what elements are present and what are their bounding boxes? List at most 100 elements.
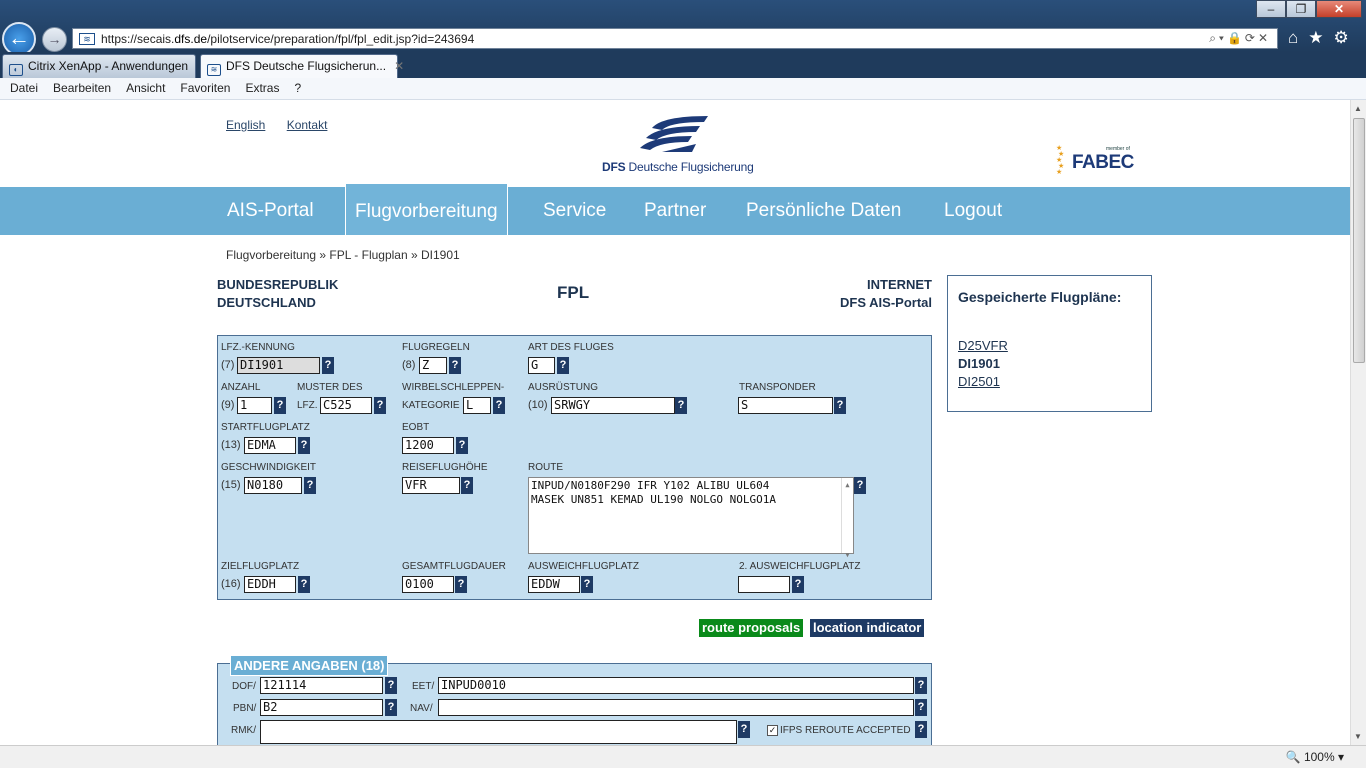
- scroll-up-icon[interactable]: ▲: [1354, 104, 1362, 113]
- nav-help-button[interactable]: ?: [915, 699, 927, 716]
- gesamtflugdauer-help-button[interactable]: ?: [455, 576, 467, 593]
- url-text[interactable]: https://secais.dfs.de/pilotservice/prepa…: [101, 32, 1209, 46]
- menu-ansicht[interactable]: Ansicht: [126, 78, 165, 99]
- forward-button[interactable]: →: [42, 27, 67, 52]
- eobt-input[interactable]: 1200: [402, 437, 454, 454]
- nav-ais-portal[interactable]: AIS-Portal: [227, 187, 314, 235]
- geschwindigkeit-help-button[interactable]: ?: [304, 477, 316, 494]
- muster-input[interactable]: C525: [320, 397, 372, 414]
- wirbel-input[interactable]: L: [463, 397, 491, 414]
- zielflugplatz-num: (16): [221, 578, 241, 590]
- route-line-2: MASEK UN851 KEMAD UL190 NOLGO NOLGO1A: [531, 493, 777, 506]
- flugregeln-help-button[interactable]: ?: [449, 357, 461, 374]
- geschwindigkeit-input[interactable]: N0180: [244, 477, 302, 494]
- rmk-textarea[interactable]: [260, 720, 737, 744]
- menu-favoriten[interactable]: Favoriten: [180, 78, 230, 99]
- breadcrumb: Flugvorbereitung » FPL - Flugplan » DI19…: [226, 248, 460, 262]
- transponder-input[interactable]: S: [738, 397, 833, 414]
- tab-close-icon[interactable]: ✕: [394, 59, 404, 73]
- pbn-input[interactable]: B2: [260, 699, 383, 716]
- eet-help-button[interactable]: ?: [915, 677, 927, 694]
- browser-toolbar-icons: ⌂ ★ ⚙: [1288, 28, 1349, 48]
- route-help-button[interactable]: ?: [854, 477, 866, 494]
- minimize-button[interactable]: ‒: [1256, 0, 1286, 18]
- muster-help-button[interactable]: ?: [374, 397, 386, 414]
- saved-fpl-link[interactable]: D25VFR: [958, 338, 1008, 353]
- tab-citrix-label: Citrix XenApp - Anwendungen: [28, 59, 189, 73]
- settings-gear-icon[interactable]: ⚙: [1334, 28, 1349, 48]
- zielflugplatz-input[interactable]: EDDH: [244, 576, 296, 593]
- home-icon[interactable]: ⌂: [1288, 28, 1298, 48]
- back-button[interactable]: ←: [2, 22, 36, 56]
- close-window-button[interactable]: ✕: [1316, 0, 1362, 18]
- art-des-fluges-help-button[interactable]: ?: [557, 357, 569, 374]
- wirbel-help-button[interactable]: ?: [493, 397, 505, 414]
- menu-extras[interactable]: Extras: [245, 78, 279, 99]
- menu-bearbeiten[interactable]: Bearbeiten: [53, 78, 111, 99]
- tab-citrix[interactable]: ◐ Citrix XenApp - Anwendungen: [2, 54, 196, 78]
- menu-datei[interactable]: Datei: [10, 78, 38, 99]
- kontakt-link[interactable]: Kontakt: [287, 118, 328, 132]
- scrollbar-thumb[interactable]: [1353, 118, 1365, 363]
- zielflugplatz-help-button[interactable]: ?: [298, 576, 310, 593]
- address-bar[interactable]: ≋ https://secais.dfs.de/pilotservice/pre…: [72, 28, 1278, 49]
- nav-service[interactable]: Service: [543, 187, 606, 235]
- flugregeln-input[interactable]: Z: [419, 357, 447, 374]
- nav-logout[interactable]: Logout: [944, 187, 1002, 235]
- eet-label: EET/: [412, 681, 435, 692]
- transponder-label: TRANSPONDER: [739, 382, 816, 393]
- nav-persoenliche-daten[interactable]: Persönliche Daten: [746, 187, 901, 235]
- dof-help-button[interactable]: ?: [385, 677, 397, 694]
- lfz-kennung-help-button[interactable]: ?: [322, 357, 334, 374]
- pbn-help-button[interactable]: ?: [385, 699, 397, 716]
- nav-flugvorbereitung[interactable]: Flugvorbereitung: [345, 183, 508, 235]
- zoom-control[interactable]: 🔍 100% ▾: [1286, 750, 1344, 764]
- startflugplatz-input[interactable]: EDMA: [244, 437, 296, 454]
- url-path: /pilotservice/preparation/fpl/fpl_edit.j…: [207, 31, 475, 46]
- rmk-help-button[interactable]: ?: [738, 721, 750, 738]
- nav-partner[interactable]: Partner: [644, 187, 706, 235]
- maximize-button[interactable]: ❐: [1286, 0, 1316, 18]
- lfz-kennung-input[interactable]: DI1901: [237, 357, 320, 374]
- transponder-help-button[interactable]: ?: [834, 397, 846, 414]
- ifps-reroute-checkbox[interactable]: ✓: [767, 725, 778, 736]
- page-scrollbar[interactable]: ▲ ▼: [1350, 100, 1366, 745]
- zoom-level: 100%: [1303, 750, 1335, 764]
- tab-dfs[interactable]: ≋ DFS Deutsche Flugsicherun... ✕: [200, 54, 404, 78]
- status-bar: 🔍 100% ▾: [0, 745, 1366, 768]
- route-scrollbar[interactable]: ▲ ▼: [841, 478, 853, 559]
- english-link[interactable]: English: [226, 118, 265, 132]
- saved-fpl-link[interactable]: DI2501: [958, 374, 1000, 389]
- reiseflughoehe-help-button[interactable]: ?: [461, 477, 473, 494]
- address-tools-icon[interactable]: ⌕▾🔒⟳✕: [1209, 31, 1277, 46]
- art-des-fluges-input[interactable]: G: [528, 357, 555, 374]
- dof-label: DOF/: [232, 681, 256, 692]
- nav-input[interactable]: [438, 699, 914, 716]
- scroll-down-icon[interactable]: ▼: [1354, 732, 1362, 741]
- anzahl-input[interactable]: 1: [237, 397, 272, 414]
- ausweich-help-button[interactable]: ?: [581, 576, 593, 593]
- fabec-logo[interactable]: ★ ★ ★ ★ ★ member of FABEC: [1056, 144, 1136, 178]
- ifps-help-button[interactable]: ?: [915, 721, 927, 738]
- eet-input[interactable]: INPUD0010: [438, 677, 914, 694]
- route-textarea[interactable]: INPUD/N0180F290 IFR Y102 ALIBU UL604 MAS…: [528, 477, 854, 559]
- eobt-help-button[interactable]: ?: [456, 437, 468, 454]
- main-navigation: AIS-Portal Flugvorbereitung Service Part…: [0, 183, 1350, 235]
- anzahl-help-button[interactable]: ?: [274, 397, 286, 414]
- location-indicator-button[interactable]: location indicator: [810, 619, 925, 637]
- ausruestung-input[interactable]: SRWGY: [551, 397, 675, 414]
- startflugplatz-help-button[interactable]: ?: [298, 437, 310, 454]
- ausweich2-input[interactable]: [738, 576, 790, 593]
- menu-help[interactable]: ?: [294, 78, 301, 99]
- dof-input[interactable]: 121114: [260, 677, 383, 694]
- dfs-logo[interactable]: DFS Deutsche Flugsicherung: [600, 114, 754, 178]
- favorites-star-icon[interactable]: ★: [1308, 28, 1323, 48]
- reiseflughoehe-input[interactable]: VFR: [402, 477, 460, 494]
- wirbel-label: WIRBELSCHLEPPEN-: [402, 382, 505, 393]
- route-proposals-button[interactable]: route proposals: [699, 619, 804, 637]
- window-controls: ‒ ❐ ✕: [1256, 0, 1362, 18]
- ausweich2-help-button[interactable]: ?: [792, 576, 804, 593]
- ausruestung-help-button[interactable]: ?: [675, 397, 687, 414]
- gesamtflugdauer-input[interactable]: 0100: [402, 576, 454, 593]
- ausweich-input[interactable]: EDDW: [528, 576, 580, 593]
